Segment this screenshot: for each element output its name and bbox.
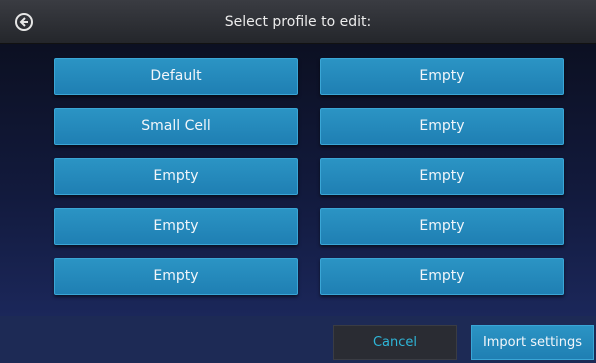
profile-button-left-5[interactable]: Empty xyxy=(54,258,298,295)
profile-button-left-3[interactable]: Empty xyxy=(54,158,298,195)
profile-button-right-2[interactable]: Empty xyxy=(320,108,564,145)
footer-bar: Cancel Import settings xyxy=(0,316,596,363)
profile-button-right-3[interactable]: Empty xyxy=(320,158,564,195)
profile-button-right-5[interactable]: Empty xyxy=(320,258,564,295)
profile-button-right-1[interactable]: Empty xyxy=(320,58,564,95)
profile-button-left-4[interactable]: Empty xyxy=(54,208,298,245)
profile-grid: Default Small Cell Empty Empty Empty Emp… xyxy=(0,44,596,316)
profile-button-right-4[interactable]: Empty xyxy=(320,208,564,245)
profile-button-left-2[interactable]: Small Cell xyxy=(54,108,298,145)
cancel-button[interactable]: Cancel xyxy=(333,325,457,360)
page-title: Select profile to edit: xyxy=(224,14,372,30)
profile-button-left-1[interactable]: Default xyxy=(54,58,298,95)
import-settings-button[interactable]: Import settings xyxy=(471,325,594,360)
header-bar: Select profile to edit: xyxy=(0,0,596,44)
